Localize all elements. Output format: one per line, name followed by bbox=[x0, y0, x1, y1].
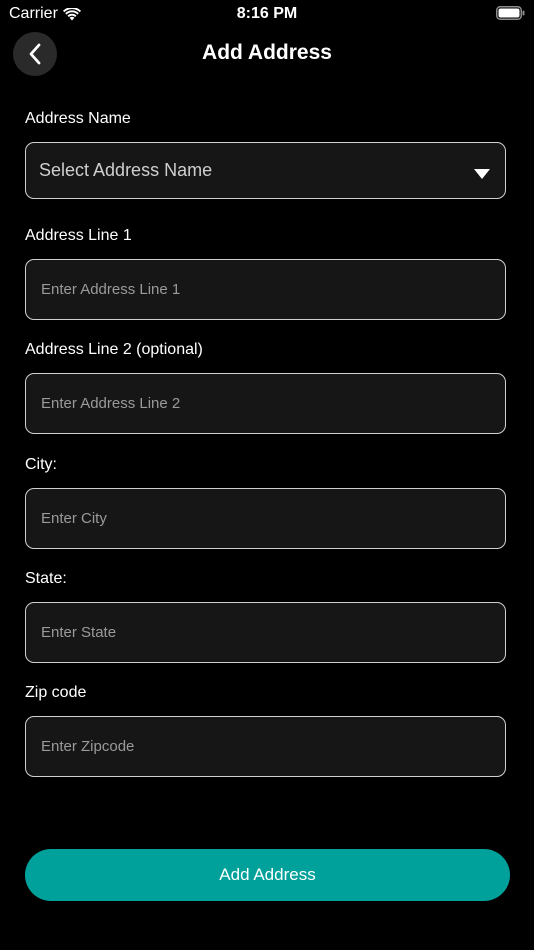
address-line-1-label: Address Line 1 bbox=[25, 227, 132, 244]
address-line-2-label: Address Line 2 (optional) bbox=[25, 341, 203, 358]
state-input[interactable] bbox=[26, 603, 505, 662]
page-title: Add Address bbox=[202, 41, 332, 64]
address-line-1-field-container bbox=[25, 259, 506, 320]
address-name-selected-value: Select Address Name bbox=[39, 160, 213, 180]
address-name-label: Address Name bbox=[25, 110, 131, 127]
status-bar: Carrier 8:16 PM bbox=[0, 0, 534, 28]
city-field-container bbox=[25, 488, 506, 549]
state-field-container bbox=[25, 602, 506, 663]
zipcode-input[interactable] bbox=[26, 717, 505, 776]
state-label: State: bbox=[25, 570, 67, 587]
address-name-select[interactable]: Select Address Name bbox=[25, 142, 506, 199]
nav-bar: Add Address bbox=[0, 28, 534, 80]
zipcode-label: Zip code bbox=[25, 684, 87, 701]
address-line-2-input[interactable] bbox=[26, 374, 505, 433]
dropdown-triangle-icon bbox=[474, 166, 490, 184]
add-address-button[interactable]: Add Address bbox=[25, 849, 510, 901]
city-input[interactable] bbox=[26, 489, 505, 548]
address-line-1-input[interactable] bbox=[26, 260, 505, 319]
battery-icon bbox=[496, 6, 525, 20]
address-line-2-field-container bbox=[25, 373, 506, 434]
zipcode-field-container bbox=[25, 716, 506, 777]
status-time: 8:16 PM bbox=[236, 5, 298, 22]
city-label: City: bbox=[25, 456, 57, 473]
